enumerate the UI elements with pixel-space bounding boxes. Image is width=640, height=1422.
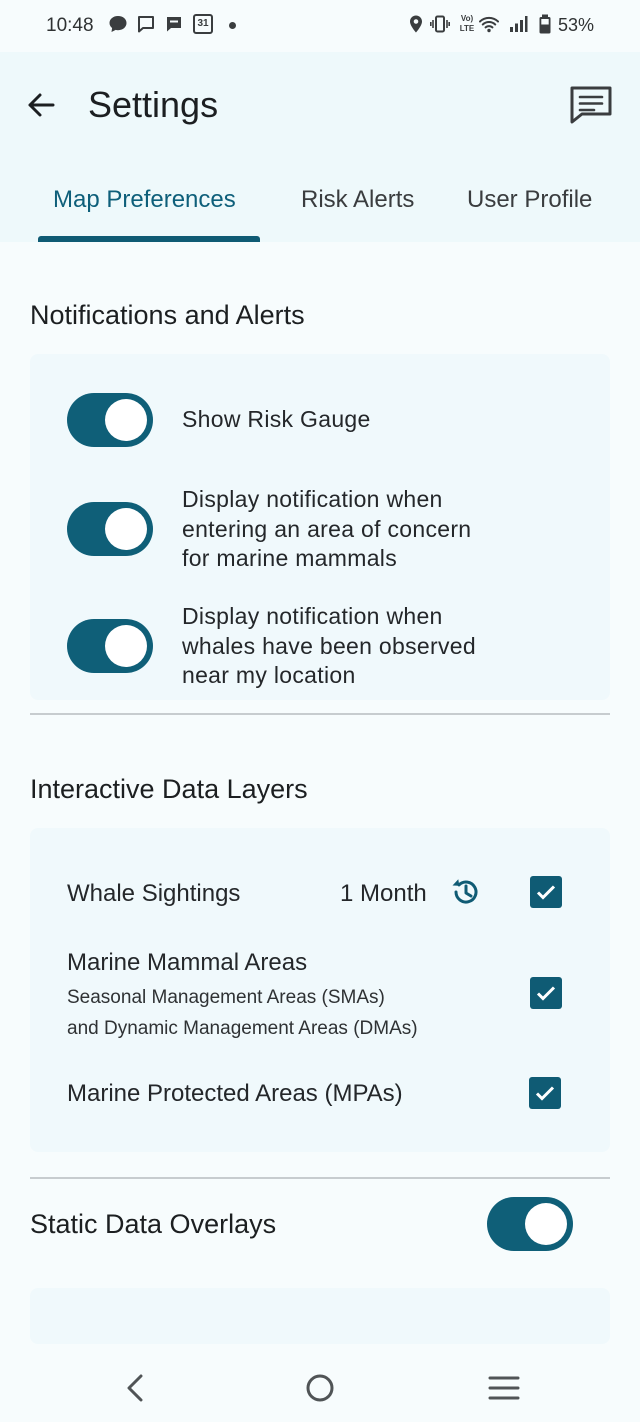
status-time: 10:48 [46,15,94,36]
whales-nearby-label: Display notification when whales have be… [182,603,476,688]
status-bar: 10:48 31 Vo) LTE 53% [0,0,640,52]
page-title: Settings [88,84,219,125]
area-of-concern-toggle[interactable] [67,502,153,556]
whales-nearby-toggle[interactable] [67,619,153,673]
tab-risk-alerts[interactable]: Risk Alerts [301,186,414,214]
nav-back-icon[interactable] [122,1372,148,1404]
dot-icon [229,22,236,29]
nav-menu-icon[interactable] [488,1374,520,1402]
whale-sightings-label: Whale Sightings [67,880,241,907]
feedback-icon[interactable] [568,84,614,126]
calendar-icon: 31 [193,14,213,34]
battery-percent: 53% [558,15,595,35]
risk-gauge-label: Show Risk Gauge [182,406,371,432]
marine-mammal-areas-sub1: Seasonal Management Areas (SMAs) [67,987,385,1008]
message-filled-icon [167,17,181,32]
marine-mammal-areas-label: Marine Mammal Areas [67,949,308,976]
section-divider-2 [30,1177,610,1179]
marine-protected-areas-checkbox[interactable] [529,1077,561,1109]
location-icon [410,15,422,33]
tab-user-profile[interactable]: User Profile [467,186,592,214]
arrow-left-icon[interactable] [22,86,60,124]
marine-mammal-areas-checkbox[interactable] [530,977,562,1009]
message-icon [138,16,154,33]
notifications-section-title: Notifications and Alerts [30,300,305,330]
active-tab-indicator [38,236,260,242]
vibrate-icon [430,15,450,33]
history-icon[interactable] [449,876,481,908]
section-divider [30,713,610,715]
chat-bubble-icon [109,16,127,32]
marine-protected-areas-label: Marine Protected Areas (MPAs) [67,1080,403,1107]
battery-icon [539,14,551,34]
signal-icon [510,16,528,32]
layers-section-title: Interactive Data Layers [30,774,308,804]
wifi-icon [479,16,499,33]
nav-home-icon[interactable] [304,1372,336,1404]
static-overlays-toggle[interactable] [487,1197,573,1251]
overlays-section-title: Static Data Overlays [30,1209,277,1239]
overlays-card [30,1288,610,1344]
area-of-concern-label: Display notification when entering an ar… [182,486,472,571]
risk-gauge-toggle[interactable] [67,393,153,447]
tab-map-preferences[interactable]: Map Preferences [53,186,236,214]
marine-mammal-areas-sub2: and Dynamic Management Areas (DMAs) [67,1018,418,1039]
volte-icon: Vo) LTE [459,14,475,33]
whale-sightings-checkbox[interactable] [530,876,562,908]
whale-sightings-period[interactable]: 1 Month [340,880,427,908]
